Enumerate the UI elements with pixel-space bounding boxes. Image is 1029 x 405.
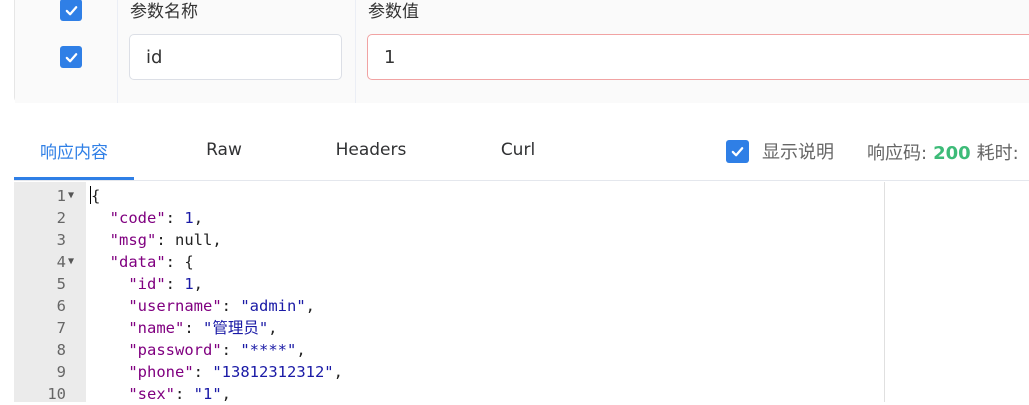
line-number: 6 (56, 297, 66, 315)
check-icon (65, 5, 77, 15)
fold-toggle-icon[interactable]: ▼ (68, 251, 74, 273)
code-text: "data": { (109, 253, 194, 271)
print-margin (884, 182, 885, 402)
active-tab-indicator (14, 177, 134, 180)
code-text: "id": 1, (128, 275, 204, 293)
param-value-header: 参数值 (368, 2, 419, 22)
line-number: 4 (56, 253, 66, 271)
code-text: "username": "admin", (128, 297, 315, 315)
line-number: 5 (56, 275, 66, 293)
line-number: 2 (56, 209, 66, 227)
code-text: "phone": "13812312312", (128, 363, 343, 381)
response-editor[interactable]: 1 ▼{2 "code": 1, 3 "msg": null, 4 ▼ "data": … (14, 182, 1029, 403)
tab-curl[interactable]: Curl (484, 120, 552, 180)
code-text: "password": "****", (128, 341, 306, 359)
param-name-header: 参数名称 (130, 2, 198, 22)
check-icon (731, 146, 744, 156)
status-code: 200 (933, 143, 971, 164)
line-number: 7 (56, 319, 66, 337)
code-text: "msg": null, (109, 231, 222, 249)
code-text: "name": "管理员", (128, 319, 278, 337)
params-header-row: 参数名称 参数值 (15, 0, 1029, 32)
show-description-checkbox[interactable] (726, 139, 749, 163)
line-number: 9 (56, 363, 66, 381)
check-icon (65, 52, 77, 62)
param-value-input[interactable]: 1 (367, 34, 1029, 80)
response-status: 响应码: 200 耗时: (867, 139, 1019, 165)
params-table: 参数名称 参数值 id 1 (14, 0, 1029, 103)
fold-toggle-icon[interactable]: ▼ (68, 185, 74, 207)
tab-headers[interactable]: Headers (324, 120, 418, 180)
tab-response-content[interactable]: 响应内容 (14, 120, 134, 180)
line-number: 1 (56, 187, 66, 205)
line-number: 3 (56, 231, 66, 249)
time-label: 耗时: (976, 143, 1019, 164)
line-number: 8 (56, 341, 66, 359)
param-row-checkbox[interactable] (60, 46, 82, 68)
select-all-checkbox[interactable] (60, 0, 82, 21)
code-text: "code": 1, (109, 209, 204, 227)
tab-raw[interactable]: Raw (184, 120, 264, 180)
param-row: id 1 (15, 31, 1029, 103)
code-text: { (91, 187, 101, 205)
text-cursor (90, 186, 91, 204)
param-name-input[interactable]: id (129, 34, 342, 80)
status-label: 响应码: (867, 143, 928, 164)
show-description-toggle[interactable]: 显示说明 (726, 138, 834, 164)
show-description-label: 显示说明 (762, 142, 834, 163)
